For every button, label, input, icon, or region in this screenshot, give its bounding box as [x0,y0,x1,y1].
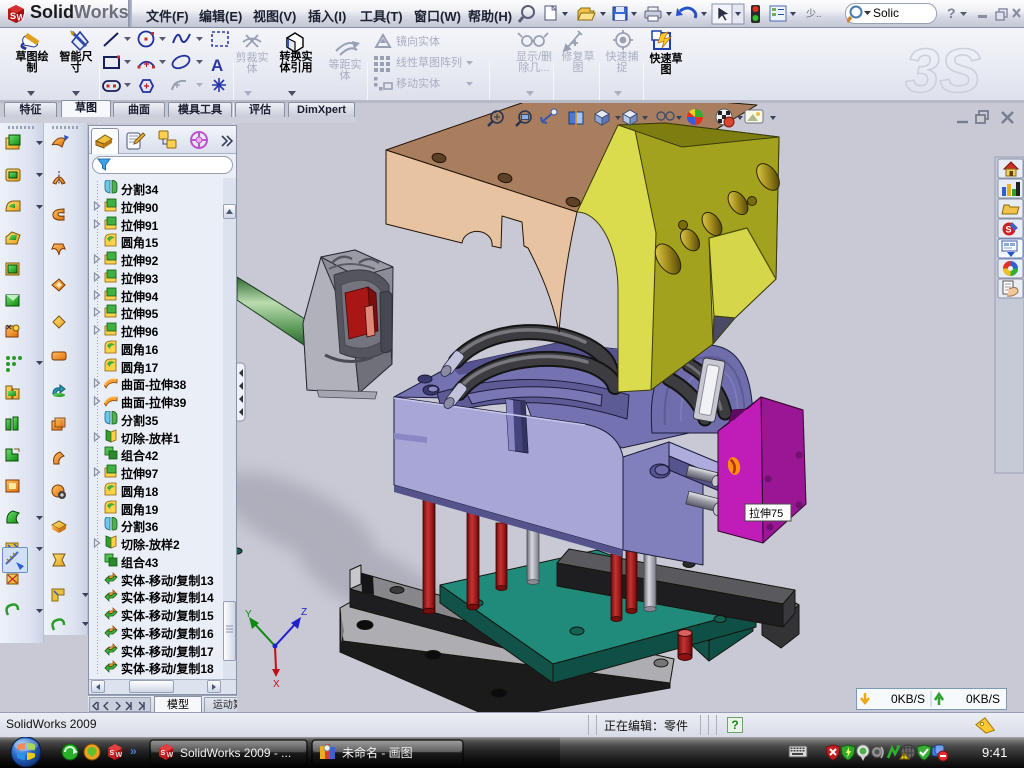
svg-text:S: S [10,11,16,21]
svg-text:少..: 少.. [806,8,822,20]
svg-text:S: S [161,750,166,757]
svg-text:A: A [211,56,223,75]
svg-text:Y: Y [245,609,252,620]
svg-text:Z: Z [301,607,307,618]
svg-text:未命名 - 画图: 未命名 - 画图 [342,745,413,760]
svg-text:0KB/S: 0KB/S [966,692,1000,706]
svg-text:拉伸75: 拉伸75 [749,506,783,520]
svg-text:X: X [273,679,280,690]
svg-text:S: S [110,750,115,757]
svg-text:!: ! [903,755,905,761]
svg-text:SolidWorks 2009 - ...: SolidWorks 2009 - ... [180,746,291,760]
svg-text:3S: 3S [905,37,981,100]
svg-text:?: ? [947,5,956,21]
svg-text:W: W [17,13,26,23]
svg-text:0KB/S: 0KB/S [891,692,925,706]
svg-text:W: W [167,752,174,759]
svg-text:»: » [130,744,137,758]
svg-text:Solic: Solic [873,6,899,20]
svg-text:9:41: 9:41 [982,745,1007,760]
svg-text:W: W [116,752,123,759]
svg-text:S: S [1006,225,1012,235]
